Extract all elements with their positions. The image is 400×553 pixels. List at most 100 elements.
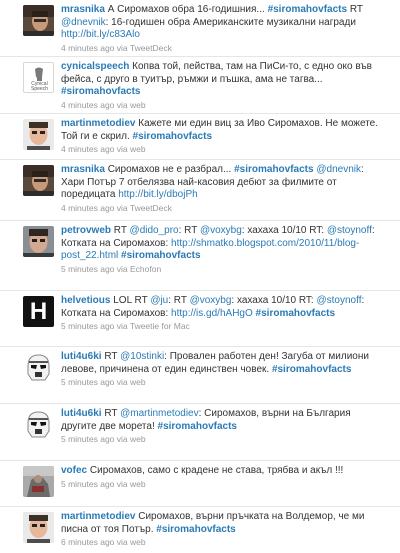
tweet-source-link[interactable]: web	[130, 144, 146, 154]
tweet-text: LOL RT	[110, 295, 151, 306]
tweet-text: RT	[111, 225, 130, 236]
tweet-text: : хахаха 10/10 RT:	[231, 295, 317, 306]
tweet-source-link[interactable]: Echofon	[130, 264, 161, 274]
via-label: via	[114, 99, 130, 110]
tweet-content: luti4u6ki RT @martinmetodiev: Сиромахов,…	[61, 408, 382, 445]
tweet-timestamp[interactable]: 4 minutes ago	[61, 43, 114, 53]
avatar-logo-text: Cynical Speech	[31, 81, 48, 92]
tweet-text: А Сиромахов обра 16-годишния...	[104, 4, 268, 15]
url-link[interactable]: http://is.gd/hAHgO	[171, 308, 253, 319]
stormtrooper-icon[interactable]	[23, 409, 54, 440]
tweet-source-link[interactable]: web	[130, 479, 146, 489]
hashtag-link[interactable]: #siromahovfacts	[272, 364, 351, 375]
user-photo-icon[interactable]	[23, 5, 54, 36]
tweet-text: Сиромахов не е разбрал...	[104, 164, 235, 175]
url-link[interactable]: http://bit.ly/dbojPh	[118, 189, 198, 200]
tweet-username[interactable]: vofec	[61, 465, 87, 476]
tweet-username[interactable]: mrasnika	[61, 4, 105, 15]
hashtag-link[interactable]: #siromahovfacts	[61, 86, 140, 97]
tweet-meta: 4 minutes ago via web	[61, 144, 382, 155]
tweet-content: martinmetodiev Сиромахов, върни пръчката…	[61, 511, 382, 548]
cynical-speech-logo-icon[interactable]: Cynical Speech	[23, 62, 54, 93]
tweet-timestamp[interactable]: 4 minutes ago	[61, 100, 114, 110]
tweet-timestamp[interactable]: 4 minutes ago	[61, 144, 114, 154]
user-photo-icon[interactable]	[23, 466, 54, 497]
tweet-source-link[interactable]: web	[130, 100, 146, 110]
tweet-username[interactable]: helvetious	[61, 295, 110, 306]
via-label: via	[114, 478, 130, 489]
tweet-timestamp[interactable]: 6 minutes ago	[61, 537, 114, 547]
tweet-item: Cynical Speech cynicalspeech Копва той, …	[0, 57, 400, 114]
mention-link[interactable]: @dnevnik	[316, 164, 361, 175]
tweet-item: mrasnika А Сиромахов обра 16-годишния...…	[0, 0, 400, 57]
tweet-text: : RT	[168, 295, 190, 306]
user-photo-icon[interactable]	[23, 165, 54, 196]
tweet-username[interactable]: luti4u6ki	[61, 351, 102, 362]
mention-link[interactable]: @voxybg	[200, 225, 242, 236]
tweet-username[interactable]: petrovweb	[61, 225, 111, 236]
tweet-source-link[interactable]: TweetDeck	[130, 203, 172, 213]
tweet-content: mrasnika А Сиромахов обра 16-годишния...…	[61, 4, 382, 54]
tweet-text: RT	[347, 4, 363, 15]
hashtag-link[interactable]: #siromahovfacts	[268, 4, 347, 15]
tweet-text: : RT	[178, 225, 200, 236]
hashtag-link[interactable]: #siromahovfacts	[158, 421, 237, 432]
tweet-item: mrasnika Сиромахов не е разбрал... #siro…	[0, 160, 400, 221]
tweet-text: Сиромахов, само с крадене не става, тряб…	[87, 465, 344, 476]
tweet-username[interactable]: martinmetodiev	[61, 511, 135, 522]
hashtag-link[interactable]: #siromahovfacts	[121, 250, 200, 261]
tweet-text: RT	[101, 351, 121, 362]
tweet-item: luti4u6ki RT @10stinki: Провален работен…	[0, 347, 400, 404]
tweet-username[interactable]: cynicalspeech	[61, 61, 129, 72]
tweet-source-link[interactable]: web	[130, 377, 146, 387]
mention-link[interactable]: @dnevnik	[61, 17, 106, 28]
tweet-source-link[interactable]: TweetDeck	[130, 43, 172, 53]
tweet-source-link[interactable]: Tweetie for Mac	[130, 321, 190, 331]
tweet-timestamp[interactable]: 5 minutes ago	[61, 479, 114, 489]
hashtag-link[interactable]: #siromahovfacts	[256, 308, 335, 319]
hashtag-link[interactable]: #siromahovfacts	[234, 164, 313, 175]
stormtrooper-icon[interactable]	[23, 352, 54, 383]
tweet-meta: 5 minutes ago via Echofon	[61, 264, 382, 275]
tweet-timestamp[interactable]: 5 minutes ago	[61, 264, 114, 274]
tweet-content: vofec Сиромахов, само с крадене не става…	[61, 465, 382, 490]
mention-link[interactable]: @stoynoff	[317, 295, 362, 306]
tweet-timestamp[interactable]: 5 minutes ago	[61, 434, 114, 444]
hashtag-link[interactable]: #siromahovfacts	[133, 131, 212, 142]
avatar-logo-letter: H	[29, 298, 48, 325]
tweet-content: luti4u6ki RT @10stinki: Провален работен…	[61, 351, 382, 388]
via-label: via	[114, 263, 130, 274]
tweet-timestamp[interactable]: 4 minutes ago	[61, 203, 114, 213]
tweet-content: martinmetodiev Кажете ми един виц за Иво…	[61, 118, 382, 155]
tweet-item: vofec Сиромахов, само с крадене не става…	[0, 461, 400, 507]
tweet-username[interactable]: luti4u6ki	[61, 408, 102, 419]
tweet-timeline: mrasnika А Сиромахов обра 16-годишния...…	[0, 0, 400, 553]
mention-link[interactable]: @stoynoff	[327, 225, 372, 236]
tweet-timestamp[interactable]: 5 minutes ago	[61, 377, 114, 387]
tweet-content: petrovweb RT @dido_pro: RT @voxybg: хаха…	[61, 225, 382, 275]
tweet-meta: 5 minutes ago via Tweetie for Mac	[61, 321, 382, 332]
tweet-meta: 4 minutes ago via web	[61, 100, 382, 111]
tweet-source-link[interactable]: web	[130, 434, 146, 444]
user-photo-icon[interactable]	[23, 119, 54, 150]
via-label: via	[114, 202, 130, 213]
tweet-timestamp[interactable]: 5 minutes ago	[61, 321, 114, 331]
tweet-source-link[interactable]: web	[130, 537, 146, 547]
tweet-meta: 5 minutes ago via web	[61, 479, 382, 490]
user-photo-icon[interactable]	[23, 226, 54, 257]
url-link[interactable]: http://bit.ly/c83Alo	[61, 29, 140, 40]
tweet-username[interactable]: mrasnika	[61, 164, 105, 175]
mention-link[interactable]: @voxybg	[190, 295, 232, 306]
mention-link[interactable]: @10stinki	[120, 351, 164, 362]
via-label: via	[114, 144, 130, 154]
tweet-username[interactable]: martinmetodiev	[61, 118, 135, 129]
via-label: via	[114, 537, 130, 547]
tweet-meta: 4 minutes ago via TweetDeck	[61, 43, 382, 54]
h-letter-logo-icon[interactable]: H	[23, 296, 54, 327]
mention-link[interactable]: @martinmetodiev	[120, 408, 199, 419]
mention-link[interactable]: @ju	[150, 295, 168, 306]
user-photo-icon[interactable]	[23, 512, 54, 543]
mention-link[interactable]: @dido_pro	[130, 225, 179, 236]
tweet-meta: 4 minutes ago via TweetDeck	[61, 203, 382, 214]
via-label: via	[114, 42, 130, 53]
